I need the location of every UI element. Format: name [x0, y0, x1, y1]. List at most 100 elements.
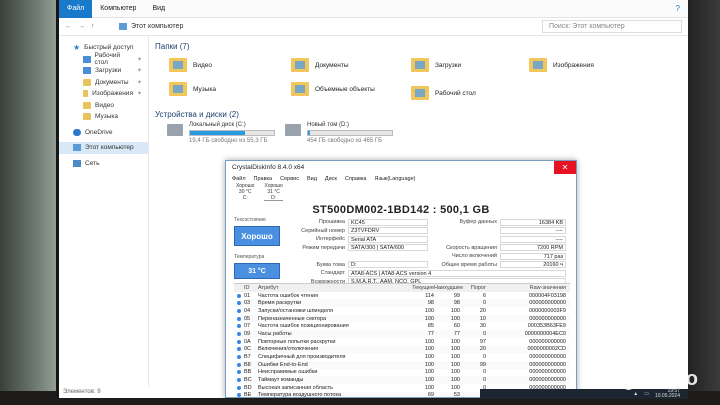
table-row[interactable]: 01 Частота ошибок чтения 114 99 6 000004F0319… [234, 292, 570, 300]
column-header[interactable]: Текущее [408, 285, 434, 291]
column-header[interactable]: Порог [460, 285, 486, 291]
column-header[interactable]: ID [244, 285, 258, 291]
table-cell: 97 [479, 338, 486, 345]
drive-tile-d[interactable]: Новый том (D:) 454 ГБ свободно из 465 ГБ [285, 122, 393, 144]
menu-disk[interactable]: Диск [325, 176, 337, 182]
sidebar-item-documents[interactable]: Документы ✦ [59, 77, 148, 89]
info-row: Прошивка KC45 Буфер данных 16384 KB [290, 218, 572, 227]
ribbon-tab-computer[interactable]: Компьютер [92, 0, 144, 18]
table-row[interactable]: 04 Запуски/остановки шпинделя 100 100 20 0000… [234, 307, 570, 315]
drive-tab-d[interactable]: Хорошо 31 °C D: [264, 183, 283, 201]
pin-icon: ✦ [136, 79, 142, 86]
column-header[interactable]: Атрибут [258, 285, 408, 291]
table-row[interactable]: BC Таймаут команды 100 100 0 000000000000 [234, 376, 570, 384]
window-titlebar[interactable]: CrystalDiskInfo 8.4.0 x64 ✕ [226, 161, 576, 174]
breadcrumb-item[interactable]: Этот компьютер [131, 23, 183, 30]
drive-free-space: 19,4 ГБ свободно из 55,3 ГБ [189, 138, 268, 144]
menu-help[interactable]: Справка [345, 176, 367, 182]
sidebar-item-onedrive[interactable]: OneDrive [59, 127, 148, 139]
table-row[interactable]: 0C Включения/отключения 100 100 20 0000000002… [234, 345, 570, 354]
table-cell: 000000000000 [529, 361, 566, 368]
info-value: SATA/300 | SATA/600 [348, 244, 428, 252]
sidebar-item-music[interactable]: Музыка [59, 111, 148, 123]
status-panel: Техсостояние Хорошо Температура 31 °C [234, 217, 284, 279]
table-cell: Ошибки End-to-End [258, 361, 308, 368]
drives-group-title[interactable]: Устройства и диски (2) [155, 110, 239, 119]
crystaldiskinfo-window: CrystalDiskInfo 8.4.0 x64 ✕ Файл Правка … [225, 160, 577, 398]
status-dot-icon [234, 293, 244, 298]
table-cell: 20 [479, 346, 486, 353]
table-row[interactable]: BB Неисправимые ошибки 100 100 0 000000000000 [234, 369, 570, 377]
folders-group-title[interactable]: Папки (7) [155, 42, 190, 51]
menu-language[interactable]: Язык(Language) [374, 176, 415, 182]
info-value: D: [348, 261, 428, 269]
address-bar: ← → ↑ Этот компьютер Поиск: Этот компьют… [59, 18, 688, 36]
folder-label: Загрузки [435, 61, 462, 69]
tray-icon[interactable]: ▲ [633, 391, 638, 397]
table-row[interactable]: 0A Повторные попытки раскрутки 100 100 97 000… [234, 338, 570, 346]
sidebar-item-network[interactable]: Сеть [59, 158, 148, 170]
column-header[interactable]: Наихудшее [434, 285, 463, 291]
table-cell: 000000000000 [529, 377, 566, 384]
help-icon[interactable]: ? [676, 4, 688, 13]
ribbon-tab-view[interactable]: Вид [144, 0, 173, 18]
health-status-badge[interactable]: Хорошо [234, 226, 280, 246]
drive-tile-c[interactable]: Локальный диск (C:) 19,4 ГБ свободно из … [167, 122, 275, 144]
menu-service[interactable]: Сервис [280, 176, 299, 182]
menu-edit[interactable]: Правка [254, 176, 273, 182]
folder-label: Видео [193, 61, 212, 69]
menu-file[interactable]: Файл [232, 176, 246, 182]
table-cell: Частота ошибок позиционирования [258, 323, 349, 330]
sidebar-item-this-pc[interactable]: Этот компьютер [59, 142, 148, 154]
sidebar-item-label: Сеть [85, 159, 100, 167]
folder-tile-videos[interactable]: Видео [169, 58, 212, 72]
folder-label: Рабочий стол [435, 89, 476, 97]
breadcrumb[interactable]: Этот компьютер [119, 23, 542, 30]
network-tray-icon[interactable]: ▭ [644, 391, 649, 397]
sidebar-item-videos[interactable]: Видео [59, 100, 148, 112]
table-cell: 30 [479, 323, 486, 330]
drive-free-space: 454 ГБ свободно из 465 ГБ [307, 138, 383, 144]
table-row[interactable]: B8 Ошибки End-to-End 100 100 99 000000000000 [234, 360, 570, 369]
sidebar-item-desktop[interactable]: Рабочий стол ✦ [59, 52, 148, 66]
status-dot-icon [234, 393, 244, 397]
folder-tile-documents[interactable]: Документы [291, 58, 349, 72]
table-row[interactable]: B7 Специфичный для производителя 100 100 0 00… [234, 353, 570, 361]
table-cell: 100 [450, 369, 460, 376]
menu-view[interactable]: Вид [307, 176, 317, 182]
forward-icon[interactable]: → [78, 23, 85, 30]
folder-label: Изображения [553, 61, 594, 69]
table-row[interactable]: 09 Часы работы 77 77 0 0000000004EC0 [234, 330, 570, 338]
sidebar-item-label: Быстрый доступ [84, 44, 134, 52]
up-icon[interactable]: ↑ [91, 23, 95, 30]
drive-usage-fill [190, 131, 245, 135]
folder-tile-3d-objects[interactable]: Объемные объекты [291, 82, 375, 96]
folder-tile-downloads[interactable]: Загрузки [411, 58, 461, 72]
column-header[interactable]: Raw-значения [486, 285, 570, 291]
table-cell: 53 [453, 392, 460, 398]
pictures-icon [83, 90, 89, 98]
folder-tile-desktop[interactable]: Рабочий стол [411, 86, 476, 100]
health-label: Техсостояние [234, 217, 266, 223]
back-icon[interactable]: ← [65, 23, 72, 30]
table-cell: BD [244, 384, 252, 391]
smart-attributes-table[interactable]: ID Атрибут Текущее Наихудшее Порог Raw-з… [234, 283, 570, 398]
folder-tile-pictures[interactable]: Изображения [529, 58, 594, 72]
table-row[interactable]: 07 Частота ошибок позиционирования 85 60 30 0… [234, 322, 570, 330]
table-cell: 99 [479, 361, 486, 368]
table-cell: 77 [453, 330, 460, 337]
computer-icon [73, 144, 81, 152]
table-row[interactable]: 03 Время раскрутки 98 98 0 000000000000 [234, 299, 570, 308]
info-value: 7200 RPM [500, 244, 566, 252]
ribbon-tab-file[interactable]: Файл [59, 0, 93, 18]
table-cell: BB [244, 369, 252, 376]
sidebar-item-downloads[interactable]: Загрузки ✦ [59, 65, 148, 77]
folder-label: Музыка [193, 85, 216, 93]
table-cell: 100 [424, 354, 434, 361]
folder-tile-music[interactable]: Музыка [169, 82, 216, 96]
sidebar-item-pictures[interactable]: Изображения ✦ [59, 88, 148, 100]
close-button[interactable]: ✕ [554, 161, 576, 174]
search-input[interactable]: Поиск: Этот компьютер [542, 20, 682, 33]
table-row[interactable]: 05 Переназначенные сектора 100 100 10 0000000… [234, 314, 570, 323]
drive-tab-c[interactable]: Хорошо 30 °C C: [236, 183, 254, 201]
